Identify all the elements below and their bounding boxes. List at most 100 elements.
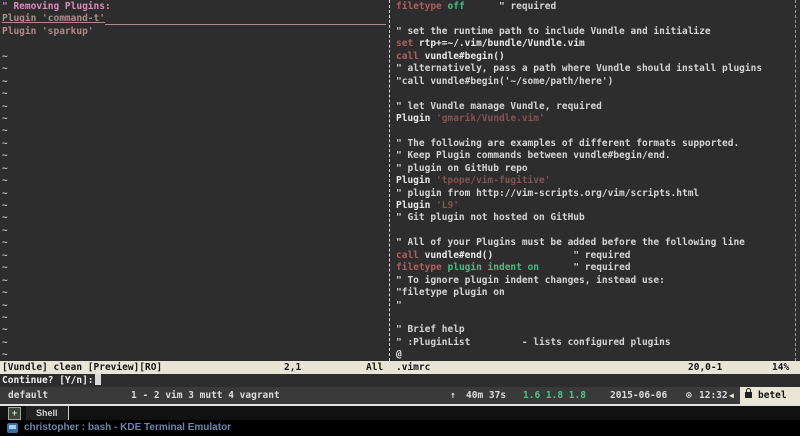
code-token: " required: [573, 262, 630, 274]
code-line[interactable]: ~: [2, 349, 386, 361]
code-token: filetype: [396, 262, 442, 274]
code-token: " required: [573, 250, 630, 262]
code-line[interactable]: " plugin from http://vim-scripts.org/vim…: [396, 188, 795, 200]
code-line[interactable]: [396, 88, 795, 100]
code-token: ~: [2, 312, 8, 324]
code-line[interactable]: " All of your Plugins must be added befo…: [396, 237, 795, 249]
code-token: ~: [2, 125, 8, 137]
code-line[interactable]: ~: [2, 250, 386, 262]
code-token: Plugin: [396, 200, 436, 212]
code-line[interactable]: "call vundle#begin('~/some/path/here'): [396, 76, 795, 88]
code-token: Plugin 'command-t': [2, 13, 105, 25]
clock-icon: ⊙: [686, 387, 692, 404]
code-line[interactable]: ~: [2, 275, 386, 287]
code-token: "call vundle#begin('~/some/path/here'): [396, 76, 613, 88]
code-token: " Git plugin not hosted on GitHub: [396, 212, 585, 224]
vim-pane-vundle-preview[interactable]: " Removing Plugins:Plugin 'command-t'Plu…: [2, 1, 386, 362]
vim-statusline: [Vundle] clean [Preview][RO] 2,1 All .vi…: [0, 361, 800, 374]
code-line[interactable]: ~: [2, 88, 386, 100]
code-token: off: [448, 1, 465, 13]
code-line[interactable]: " To ignore plugin indent changes, inste…: [396, 275, 795, 287]
taskbar-window-title[interactable]: christopher : bash - KDE Terminal Emulat…: [24, 420, 231, 436]
code-line[interactable]: [396, 312, 795, 324]
code-line[interactable]: ~: [2, 163, 386, 175]
code-token: " required: [499, 1, 556, 13]
code-line[interactable]: ~: [2, 150, 386, 162]
code-token: [539, 262, 573, 274]
code-line[interactable]: Plugin 'sparkup': [2, 26, 386, 38]
vim-editor: " Removing Plugins:Plugin 'command-t'Plu…: [0, 0, 800, 361]
code-token: " Removing Plugins:: [2, 1, 111, 13]
code-line[interactable]: " alternatively, pass a path where Vundl…: [396, 63, 795, 75]
code-line[interactable]: ~: [2, 125, 386, 137]
code-line[interactable]: ~: [2, 138, 386, 150]
new-tab-button[interactable]: +: [8, 407, 21, 420]
statusline-left-ruler: 2,1: [284, 361, 301, 374]
code-token: vundle#begin(): [419, 51, 505, 63]
code-line[interactable]: ~: [2, 51, 386, 63]
code-token: ~: [2, 63, 8, 75]
code-line[interactable]: " let Vundle manage Vundle, required: [396, 101, 795, 113]
vim-pane-vimrc[interactable]: filetype off " required " set the runtime…: [396, 1, 795, 362]
code-line[interactable]: ~: [2, 212, 386, 224]
code-line[interactable]: ~: [2, 262, 386, 274]
code-line[interactable]: " Removing Plugins:: [2, 1, 386, 13]
code-token: ~: [2, 237, 8, 249]
code-line[interactable]: call vundle#end() " required: [396, 250, 795, 262]
code-line[interactable]: ~: [2, 237, 386, 249]
statusline-right-filename: .vimrc: [396, 361, 430, 374]
tab-shell[interactable]: Shell: [26, 406, 69, 420]
code-line[interactable]: ~: [2, 76, 386, 88]
code-line[interactable]: ~: [2, 200, 386, 212]
code-line[interactable]: set rtp+=~/.vim/bundle/Vundle.vim: [396, 38, 795, 50]
code-line[interactable]: [396, 225, 795, 237]
code-line[interactable]: ~: [2, 175, 386, 187]
code-line[interactable]: filetype off " required: [396, 1, 795, 13]
code-line[interactable]: " set the runtime path to include Vundle…: [396, 26, 795, 38]
code-line[interactable]: " Git plugin not hosted on GitHub: [396, 212, 795, 224]
code-token: set: [396, 38, 413, 50]
konsole-window: " Removing Plugins:Plugin 'command-t'Plu…: [0, 0, 800, 436]
code-line[interactable]: ~: [2, 225, 386, 237]
statusline-right-ruler: 20,0-1: [688, 361, 722, 374]
code-line[interactable]: [2, 38, 386, 50]
code-line[interactable]: ~: [2, 337, 386, 349]
code-line[interactable]: [396, 125, 795, 137]
code-line[interactable]: [396, 13, 795, 25]
continue-prompt-text: Continue? [Y/n]:: [2, 375, 94, 386]
code-line[interactable]: ~: [2, 113, 386, 125]
code-line[interactable]: Plugin 'L9': [396, 200, 795, 212]
code-line[interactable]: " :PluginList - lists configured plugins: [396, 337, 795, 349]
code-token: call: [396, 250, 419, 262]
tmux-session-name: default: [8, 387, 48, 404]
code-line[interactable]: ~: [2, 287, 386, 299]
vim-command-prompt[interactable]: Continue? [Y/n]:: [2, 374, 800, 387]
code-token: ~: [2, 287, 8, 299]
tmux-time: 12:32: [699, 387, 728, 404]
code-line[interactable]: Plugin 'gmarik/Vundle.vim': [396, 113, 795, 125]
code-token: filetype: [396, 1, 442, 13]
code-line[interactable]: Plugin 'command-t': [2, 13, 386, 25]
code-line[interactable]: "filetype plugin on: [396, 287, 795, 299]
segment-arrow-icon: ◀: [729, 387, 734, 404]
code-token: ~: [2, 300, 8, 312]
code-token: 'L9': [436, 200, 459, 212]
code-line[interactable]: ~: [2, 300, 386, 312]
code-line[interactable]: ~: [2, 101, 386, 113]
code-line[interactable]: Plugin 'tpope/vim-fugitive': [396, 175, 795, 187]
code-line[interactable]: " The following are examples of differen…: [396, 138, 795, 150]
code-line[interactable]: " Brief help: [396, 324, 795, 336]
code-line[interactable]: ~: [2, 324, 386, 336]
code-token: " plugin from http://vim-scripts.org/vim…: [396, 188, 699, 200]
code-line[interactable]: ": [396, 300, 795, 312]
code-line[interactable]: " plugin on GitHub repo: [396, 163, 795, 175]
code-line[interactable]: @: [396, 349, 795, 361]
vim-vertical-split-separator[interactable]: [389, 0, 390, 361]
code-line[interactable]: filetype plugin indent on " required: [396, 262, 795, 274]
code-line[interactable]: ~: [2, 63, 386, 75]
code-line[interactable]: call vundle#begin(): [396, 51, 795, 63]
tmux-window-list[interactable]: 1 - 2 vim 3 mutt 4 vagrant: [131, 387, 280, 404]
code-line[interactable]: " Keep Plugin commands between vundle#be…: [396, 150, 795, 162]
code-line[interactable]: ~: [2, 312, 386, 324]
code-line[interactable]: ~: [2, 188, 386, 200]
